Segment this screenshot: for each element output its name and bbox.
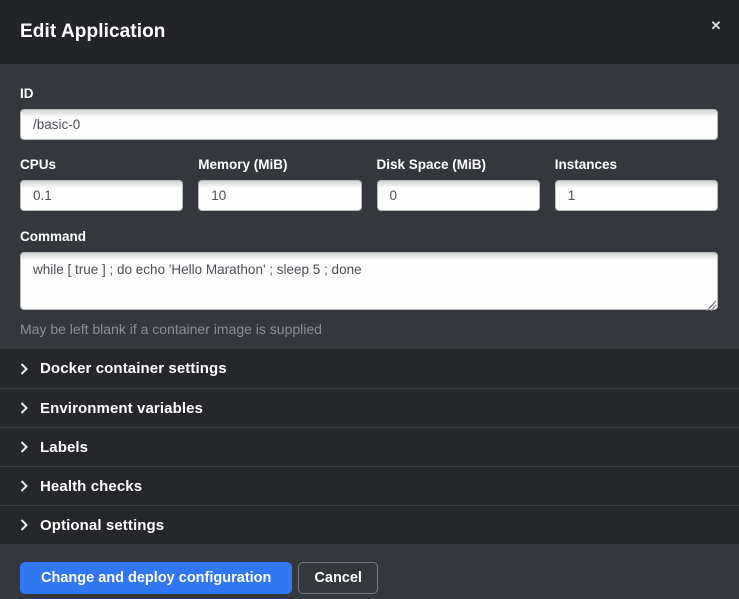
- chevron-right-icon: [20, 363, 28, 375]
- section-label: Optional settings: [40, 517, 164, 534]
- collapsible-sections: Docker container settings Environment va…: [0, 349, 739, 544]
- instances-input[interactable]: [555, 180, 718, 211]
- memory-label: Memory (MiB): [198, 157, 361, 172]
- section-environment-variables[interactable]: Environment variables: [0, 388, 739, 427]
- chevron-right-icon: [20, 402, 28, 414]
- command-label: Command: [20, 229, 718, 244]
- chevron-right-icon: [20, 519, 28, 531]
- change-and-deploy-button[interactable]: Change and deploy configuration: [20, 562, 292, 594]
- section-docker-container-settings[interactable]: Docker container settings: [0, 349, 739, 388]
- resources-row: CPUs Memory (MiB) Disk Space (MiB) Insta…: [20, 157, 718, 211]
- section-label: Labels: [40, 439, 88, 456]
- modal-title: Edit Application: [20, 21, 166, 43]
- disk-input[interactable]: [377, 180, 540, 211]
- section-label: Health checks: [40, 478, 142, 495]
- disk-label: Disk Space (MiB): [377, 157, 540, 172]
- command-help-text: May be left blank if a container image i…: [20, 321, 718, 337]
- close-icon[interactable]: ✕: [706, 16, 726, 36]
- chevron-right-icon: [20, 480, 28, 492]
- cpus-input[interactable]: [20, 180, 183, 211]
- id-input[interactable]: [20, 109, 718, 140]
- section-labels[interactable]: Labels: [0, 427, 739, 466]
- cpus-field-group: CPUs: [20, 157, 183, 211]
- section-label: Environment variables: [40, 400, 203, 417]
- id-field-group: ID: [20, 86, 718, 140]
- command-field-group: Command while [ true ] ; do echo 'Hello …: [20, 229, 718, 337]
- section-optional-settings[interactable]: Optional settings: [0, 505, 739, 544]
- instances-label: Instances: [555, 157, 718, 172]
- edit-application-modal: Edit Application ✕ ID CPUs Memory (MiB) …: [0, 0, 739, 599]
- id-label: ID: [20, 86, 718, 101]
- instances-field-group: Instances: [555, 157, 718, 211]
- section-health-checks[interactable]: Health checks: [0, 466, 739, 505]
- cpus-label: CPUs: [20, 157, 183, 172]
- section-label: Docker container settings: [40, 360, 227, 377]
- modal-footer: Change and deploy configuration Cancel: [0, 544, 739, 599]
- memory-field-group: Memory (MiB): [198, 157, 361, 211]
- modal-header: Edit Application ✕: [0, 0, 739, 64]
- application-form: ID CPUs Memory (MiB) Disk Space (MiB) In…: [0, 64, 739, 349]
- cancel-button[interactable]: Cancel: [298, 562, 378, 594]
- memory-input[interactable]: [198, 180, 361, 211]
- command-textarea[interactable]: while [ true ] ; do echo 'Hello Marathon…: [20, 252, 718, 310]
- chevron-right-icon: [20, 441, 28, 453]
- disk-field-group: Disk Space (MiB): [377, 157, 540, 211]
